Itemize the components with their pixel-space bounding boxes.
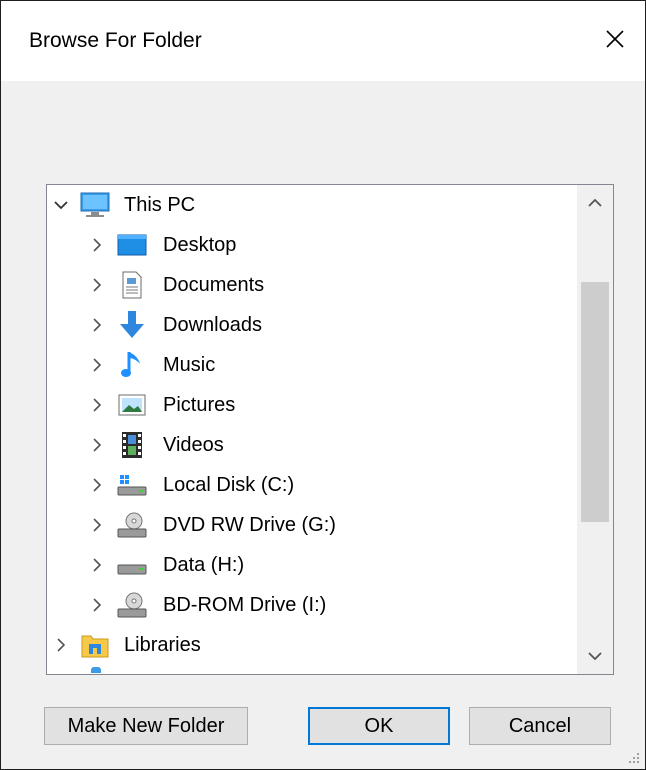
computer-icon xyxy=(80,190,110,220)
chevron-right-icon[interactable] xyxy=(89,237,105,253)
resize-grip-icon[interactable] xyxy=(627,751,641,765)
close-icon xyxy=(606,30,624,48)
tree-item-label: Pictures xyxy=(163,393,236,416)
tree-item-label: BD-ROM Drive (I:) xyxy=(163,593,327,616)
chevron-right-icon[interactable] xyxy=(89,397,105,413)
tree-item-data-h[interactable]: Data (H:) xyxy=(47,547,575,583)
chevron-up-icon xyxy=(588,198,602,207)
tree-item-label: Downloads xyxy=(163,313,262,336)
dialog-title: Browse For Folder xyxy=(29,29,202,52)
optical-drive-icon xyxy=(117,590,147,620)
chevron-right-icon[interactable] xyxy=(89,477,105,493)
libraries-icon xyxy=(80,630,110,660)
chevron-right-icon[interactable] xyxy=(89,437,105,453)
pictures-icon xyxy=(117,390,147,420)
tree-item-dvd-rw-drive-g[interactable]: DVD RW Drive (G:) xyxy=(47,507,575,543)
scroll-down-button[interactable] xyxy=(577,638,613,674)
chevron-right-icon[interactable] xyxy=(89,277,105,293)
scroll-up-button[interactable] xyxy=(577,185,613,221)
title-bar: Browse For Folder xyxy=(1,1,645,81)
chevron-down-icon[interactable] xyxy=(53,197,69,213)
tree-item-desktop[interactable]: Desktop xyxy=(47,227,575,263)
folder-tree[interactable]: This PC Desktop Documents Downloads Musi… xyxy=(47,185,575,674)
browse-folder-dialog: Browse For Folder This PC Desktop Docume… xyxy=(0,0,646,770)
tree-item-bd-rom-drive-i[interactable]: BD-ROM Drive (I:) xyxy=(47,587,575,623)
downloads-icon xyxy=(117,310,147,340)
tree-vertical-scrollbar[interactable] xyxy=(577,185,613,674)
desktop-icon xyxy=(117,230,147,260)
close-button[interactable] xyxy=(585,9,645,69)
scroll-thumb[interactable] xyxy=(581,282,609,522)
tree-item-label: Documents xyxy=(163,273,265,296)
tree-item-local-disk-c[interactable]: Local Disk (C:) xyxy=(47,467,575,503)
drive-icon xyxy=(117,550,147,580)
tree-item-label: Libraries xyxy=(124,633,201,656)
tree-item-label: Desktop xyxy=(163,233,237,256)
tree-item-pictures[interactable]: Pictures xyxy=(47,387,575,423)
tree-item-libraries[interactable]: Libraries xyxy=(47,627,575,663)
network-icon xyxy=(91,667,101,673)
tree-item-label: Videos xyxy=(163,433,224,456)
tree-item-label: Music xyxy=(163,353,216,376)
tree-item-this-pc[interactable]: This PC xyxy=(47,187,575,223)
chevron-right-icon[interactable] xyxy=(89,597,105,613)
chevron-right-icon[interactable] xyxy=(89,317,105,333)
tree-item-label: Data (H:) xyxy=(163,553,245,576)
documents-icon xyxy=(117,270,147,300)
chevron-right-icon[interactable] xyxy=(89,557,105,573)
music-icon xyxy=(117,350,147,380)
videos-icon xyxy=(117,430,147,460)
chevron-right-icon[interactable] xyxy=(89,517,105,533)
tree-item-label: Local Disk (C:) xyxy=(163,473,295,496)
tree-item-label: This PC xyxy=(124,193,196,216)
folder-tree-frame: This PC Desktop Documents Downloads Musi… xyxy=(46,184,614,675)
tree-item-downloads[interactable]: Downloads xyxy=(47,307,575,343)
tree-item-label: DVD RW Drive (G:) xyxy=(163,513,336,536)
chevron-down-icon xyxy=(588,652,602,661)
chevron-right-icon[interactable] xyxy=(53,637,69,653)
ok-button[interactable]: OK xyxy=(308,707,450,745)
cancel-button[interactable]: Cancel xyxy=(469,707,611,745)
make-new-folder-button[interactable]: Make New Folder xyxy=(44,707,248,745)
chevron-right-icon[interactable] xyxy=(89,357,105,373)
tree-item-partial xyxy=(47,667,575,674)
local-disk-icon xyxy=(117,470,147,500)
optical-drive-icon xyxy=(117,510,147,540)
tree-item-music[interactable]: Music xyxy=(47,347,575,383)
tree-item-videos[interactable]: Videos xyxy=(47,427,575,463)
tree-item-documents[interactable]: Documents xyxy=(47,267,575,303)
